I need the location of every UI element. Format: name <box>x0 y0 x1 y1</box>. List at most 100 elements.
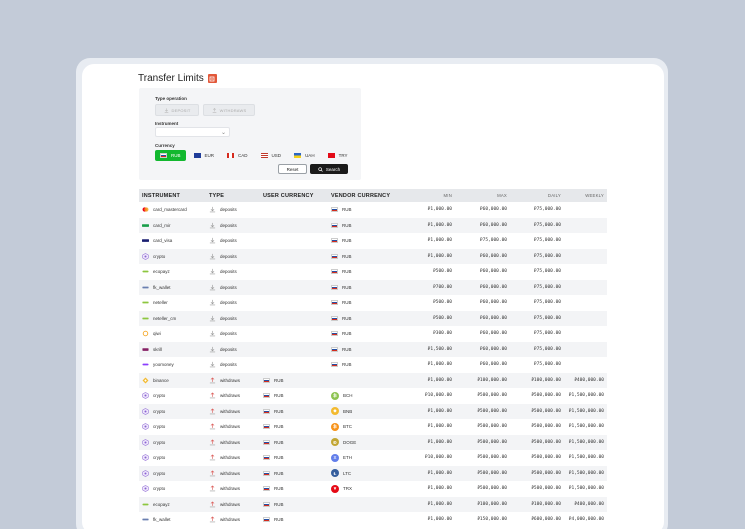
cell-user-currency: RUB <box>260 496 328 512</box>
col-daily[interactable]: DAILY <box>510 189 564 202</box>
cell-min: ₽1,000.00 <box>427 238 452 244</box>
currency-code: CAD <box>238 153 248 158</box>
user-currency-code: RUB <box>274 439 284 445</box>
table-row[interactable]: crypto withdraws RUB ₿ BCH ₽10,000.00 ₽500,000… <box>139 388 607 404</box>
table-row[interactable]: crypto deposits RUB ₽1,000.00 ₽60,000.00 ₽75,… <box>139 248 607 264</box>
page-title: Transfer Limits <box>138 73 204 84</box>
deposit-arrow-icon <box>209 330 216 337</box>
cell-min: ₽300.00 <box>433 331 452 337</box>
cell-min: ₽1,000.00 <box>398 434 455 450</box>
cell-weekly: ₽1,500,000.00 <box>564 434 607 450</box>
ru-flag-icon <box>331 238 338 244</box>
currency-option-cad[interactable]: CAD <box>222 150 253 161</box>
table-row[interactable]: skrill deposits RUB ₽1,500.00 ₽60,000.00 ₽75,… <box>139 341 607 357</box>
deposit-arrow-icon <box>209 222 216 229</box>
type-name: deposits <box>220 315 237 321</box>
ru-flag-icon <box>331 362 338 368</box>
instrument-name: crypto <box>153 408 166 414</box>
reset-button[interactable]: Reset <box>278 164 307 174</box>
cell-user-currency <box>260 326 328 342</box>
table-row[interactable]: card_mastercard deposits RUB ₽1,000.00 ₽60,0… <box>139 202 607 218</box>
cell-vendor-currency: RUB <box>328 217 398 233</box>
table-row[interactable]: crypto withdraws RUB ▼ TRX ₽1,000.00 ₽500,000.… <box>139 481 607 497</box>
trx-coin-icon: ▼ <box>331 484 339 493</box>
col-weekly[interactable]: WEEKLY <box>564 189 607 202</box>
user-currency-code: RUB <box>274 455 284 461</box>
vendor-currency-code: RUB <box>342 222 352 228</box>
ru-flag-icon <box>263 377 270 383</box>
currency-code: USD <box>271 153 282 158</box>
vendor-currency-code: BTC <box>343 424 352 430</box>
search-icon <box>318 166 323 172</box>
cell-max: ₽500,000.00 <box>477 455 507 461</box>
currency-option-usd[interactable]: USD <box>256 150 287 161</box>
col-type[interactable]: TYPE <box>206 189 260 202</box>
cell-type: withdraws <box>206 496 260 512</box>
search-button[interactable]: Search <box>310 164 348 174</box>
cell-user-currency <box>260 279 328 295</box>
cell-weekly: ₽1,500,000.00 <box>564 465 607 481</box>
cell-min: ₽1,000.00 <box>398 372 455 388</box>
table-row[interactable]: fk_wallet deposits RUB ₽700.00 ₽60,000.00 ₽75… <box>139 279 607 295</box>
deposit-button-label: DEPOSIT <box>171 107 191 113</box>
search-button-label: Search <box>325 166 341 172</box>
cell-max: ₽60,000.00 <box>455 248 510 264</box>
cell-type: deposits <box>206 264 260 280</box>
deposit-arrow-icon <box>209 299 216 306</box>
table-row[interactable]: crypto withdraws RUB Ξ ETH ₽10,000.00 ₽500,000… <box>139 450 607 466</box>
cell-max: ₽60,000.00 <box>455 279 510 295</box>
table-row[interactable]: binance withdraws RUB ₽1,000.00 ₽100,000.00 ₽… <box>139 372 607 388</box>
cell-daily: ₽500,000.00 <box>531 393 561 399</box>
col-instrument[interactable]: INSTRUMENT <box>139 189 206 202</box>
cell-max: ₽60,000.00 <box>455 310 510 326</box>
table-row[interactable]: ecopayz withdraws RUB ₽1,000.00 ₽100,000.00 ₽… <box>139 496 607 512</box>
cell-daily: ₽500,000.00 <box>510 465 564 481</box>
currency-option-rub[interactable]: RUB <box>155 150 186 161</box>
cell-min: ₽1,000.00 <box>427 517 452 523</box>
col-max[interactable]: MAX <box>455 189 510 202</box>
deposit-button[interactable]: DEPOSIT <box>155 104 199 116</box>
withdraws-button[interactable]: WITHDRAWS <box>203 104 255 116</box>
instrument-name: card_mastercard <box>153 207 187 213</box>
ecopayz-icon <box>142 501 149 508</box>
table-row[interactable]: fk_wallet withdraws RUB ₽1,000.00 ₽150,000.0… <box>139 512 607 528</box>
cell-vendor-currency <box>328 512 398 528</box>
table-row[interactable]: card_mir deposits RUB ₽1,000.00 ₽60,000.00 ₽7… <box>139 217 607 233</box>
cell-instrument: ecopayz <box>139 264 206 280</box>
currency-option-uah[interactable]: UAH <box>289 150 320 161</box>
withdraw-arrow-icon <box>209 501 216 508</box>
table-row[interactable]: crypto withdraws RUB ₿ BTC ₽1,000.00 ₽500,000.… <box>139 419 607 435</box>
instrument-name: crypto <box>153 393 166 399</box>
deposit-arrow-icon <box>209 268 216 275</box>
ecopayz-icon <box>142 268 149 275</box>
col-user-currency[interactable]: USER CURRENCY <box>260 189 328 202</box>
cell-type: deposits <box>206 341 260 357</box>
doge-coin-icon: Ð <box>331 438 339 447</box>
table-row[interactable]: yoomoney deposits RUB ₽1,000.00 ₽60,000.00 ₽7… <box>139 357 607 373</box>
cell-daily: ₽500,000.00 <box>531 486 561 492</box>
ru-flag-icon <box>331 222 338 228</box>
table-row[interactable]: crypto withdraws RUB Ð DOGE ₽1,000.00 ₽500,000… <box>139 434 607 450</box>
instrument-select[interactable]: ⌄ <box>155 127 230 137</box>
col-vendor-currency[interactable]: VENDOR CURRENCY <box>328 189 398 202</box>
cell-weekly: ₽400,000.00 <box>564 496 607 512</box>
table-row[interactable]: qiwi deposits RUB ₽300.00 ₽60,000.00 ₽75,000.… <box>139 326 607 342</box>
table-row[interactable]: crypto withdraws RUB Ł LTC ₽1,000.00 ₽500,000.… <box>139 465 607 481</box>
currency-option-try[interactable]: TRY <box>323 150 353 161</box>
table-row[interactable]: neteller deposits RUB ₽500.00 ₽60,000.00 ₽75,… <box>139 295 607 311</box>
withdraw-arrow-icon <box>209 485 216 492</box>
cell-max: ₽100,000.00 <box>455 496 510 512</box>
cell-max: ₽60,000.00 <box>455 217 510 233</box>
cell-weekly: ₽1,500,000.00 <box>564 403 607 419</box>
col-min[interactable]: MIN <box>398 189 455 202</box>
currency-option-eur[interactable]: EUR <box>189 150 220 161</box>
table-row[interactable]: ecopayz deposits RUB ₽500.00 ₽60,000.00 ₽75,0… <box>139 264 607 280</box>
neteller-icon <box>142 315 149 322</box>
table-row[interactable]: neteller_cm deposits RUB ₽500.00 ₽60,000.00 ₽… <box>139 310 607 326</box>
cell-vendor-currency: ₿ BCH <box>328 388 398 404</box>
type-name: deposits <box>220 331 237 337</box>
table-row[interactable]: crypto withdraws RUB ◆ BNB ₽1,000.00 ₽500,000.… <box>139 403 607 419</box>
table-row[interactable]: card_visa deposits RUB ₽1,000.00 ₽75,000.00 ₽… <box>139 233 607 249</box>
cell-vendor-currency: ◆ BNB <box>328 403 398 419</box>
info-icon[interactable] <box>207 74 217 83</box>
